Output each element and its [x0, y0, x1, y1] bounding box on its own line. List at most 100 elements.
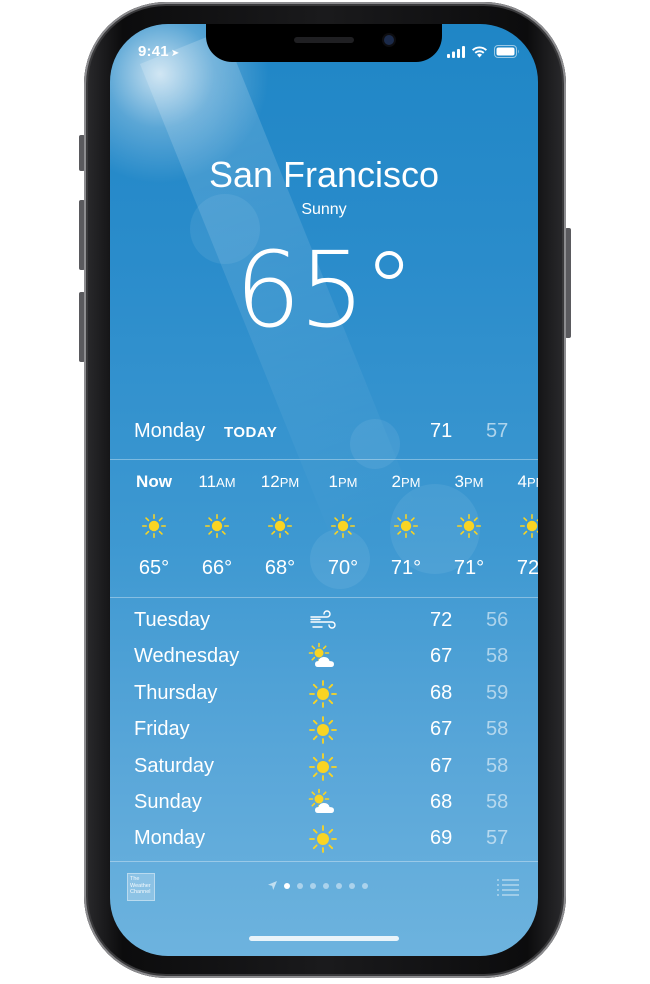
- day-low: 58: [486, 791, 509, 813]
- hour-value: 11: [198, 472, 217, 491]
- wind-icon: [308, 606, 338, 636]
- today-summary: Monday TODAY 71 57: [134, 420, 514, 448]
- page-dot[interactable]: [349, 882, 355, 889]
- day-name: Friday: [134, 718, 190, 741]
- hour-temperature: 71°: [390, 557, 422, 579]
- day-name: Wednesday: [134, 645, 240, 668]
- day-low: 57: [486, 827, 509, 850]
- hour-label: 3PM: [439, 472, 499, 492]
- footer-bar: The Weather Channel: [110, 864, 538, 914]
- day-high: 67: [430, 645, 453, 668]
- page-dot[interactable]: [297, 882, 303, 889]
- hour-suffix: PM: [526, 475, 538, 490]
- wifi-icon: [472, 45, 487, 57]
- divider: [110, 597, 538, 598]
- home-indicator[interactable]: [249, 936, 399, 941]
- day-high: 69: [430, 827, 453, 850]
- hour-temperature: 71°: [453, 557, 485, 579]
- hour-value: 2: [391, 472, 401, 491]
- daily-row: Friday 67 58: [134, 715, 514, 745]
- hour-label: 12PM: [250, 472, 310, 492]
- location-arrow-icon: ➤: [170, 48, 180, 59]
- sun-icon: [330, 513, 356, 539]
- sun-icon: [204, 513, 230, 539]
- hour-temperature: 66°: [201, 557, 233, 579]
- sun-icon: [308, 824, 338, 854]
- day-low: 58: [486, 754, 509, 777]
- hour-label: 1PM: [313, 472, 373, 492]
- hour-temperature: 65°: [138, 557, 170, 579]
- divider: [110, 861, 538, 862]
- day-low: 58: [486, 718, 509, 741]
- weather-screen: 9:41 ➤ San Francisco Sunny 65° Monday TO…: [110, 24, 538, 956]
- hour-label: 11AM: [187, 472, 247, 492]
- hour-value: 3: [454, 472, 464, 491]
- status-bar-icons: [447, 45, 520, 58]
- day-low: 59: [486, 681, 509, 704]
- today-high: 71: [430, 420, 453, 442]
- hour-value: 1: [328, 472, 338, 491]
- day-name: Thursday: [134, 681, 218, 704]
- page-dot[interactable]: [362, 882, 368, 889]
- hour-suffix: AM: [216, 475, 236, 490]
- daily-row: Thursday 68 59: [134, 679, 514, 709]
- hour-value: Now: [136, 472, 172, 491]
- day-low: 58: [486, 645, 509, 668]
- hour-suffix: PM: [400, 475, 421, 490]
- day-name: Saturday: [134, 754, 215, 777]
- day-name: Monday: [134, 827, 206, 850]
- location-arrow-icon: [268, 881, 277, 890]
- day-high: 72: [430, 609, 453, 631]
- city-list-icon[interactable]: [496, 878, 520, 896]
- hour-value: 4: [517, 472, 527, 491]
- day-high: 68: [430, 681, 453, 704]
- page-indicator[interactable]: [268, 881, 368, 890]
- sun-icon: [393, 513, 419, 539]
- sun-icon: [267, 513, 293, 539]
- hour-temperature: 68°: [264, 557, 296, 579]
- hour-value: 12: [260, 472, 280, 491]
- sun-icon: [308, 679, 338, 709]
- page-dot[interactable]: [284, 882, 290, 889]
- page-dot[interactable]: [336, 882, 342, 889]
- today-tag: TODAY: [224, 424, 278, 441]
- battery-icon: [494, 45, 519, 58]
- daily-row: Saturday 67 58: [134, 752, 514, 782]
- hour-label: 4PM: [502, 472, 538, 492]
- day-high: 67: [430, 754, 453, 777]
- sun-icon: [308, 752, 338, 782]
- hour-temperature: 70°: [327, 557, 359, 579]
- hour-suffix: PM: [337, 475, 358, 490]
- partly-cloudy-icon: [308, 642, 338, 672]
- device-mockup: 9:41 ➤ San Francisco Sunny 65° Monday TO…: [0, 0, 650, 984]
- sun-icon: [456, 513, 482, 539]
- day-name: Tuesday: [134, 609, 210, 631]
- hour-label: Now: [124, 472, 184, 492]
- page-dot[interactable]: [310, 882, 316, 889]
- page-dot[interactable]: [323, 882, 329, 889]
- daily-row: Tuesday 72 56: [134, 606, 514, 636]
- weather-channel-logo[interactable]: The Weather Channel: [127, 873, 155, 901]
- today-day: Monday: [134, 420, 206, 442]
- notch: [206, 24, 442, 62]
- front-camera: [384, 35, 394, 45]
- today-low: 57: [486, 420, 509, 442]
- partly-cloudy-icon: [308, 788, 338, 818]
- sun-icon: [141, 513, 167, 539]
- hour-suffix: PM: [279, 475, 300, 490]
- day-name: Sunday: [134, 791, 202, 813]
- hour-label: 2PM: [376, 472, 436, 492]
- cellular-signal-icon: [447, 45, 465, 58]
- sun-icon: [308, 715, 338, 745]
- day-low: 56: [486, 609, 509, 631]
- day-high: 67: [430, 718, 453, 741]
- hour-temperature: 72°: [516, 557, 538, 579]
- hour-suffix: PM: [463, 475, 484, 490]
- hourly-forecast[interactable]: Now 65° 11AM 66° 12PM 68° 1PM 70° 2PM 71° 3PM 71° 4P…: [110, 460, 538, 596]
- weather-condition: Sunny: [301, 201, 347, 218]
- status-bar-time: 9:41 ➤: [138, 43, 179, 60]
- current-temperature: 65°: [234, 229, 415, 351]
- daily-row: Monday 69 57: [134, 824, 514, 854]
- daily-row: Sunday 68 58: [134, 788, 514, 818]
- status-time-text: 9:41: [138, 43, 169, 60]
